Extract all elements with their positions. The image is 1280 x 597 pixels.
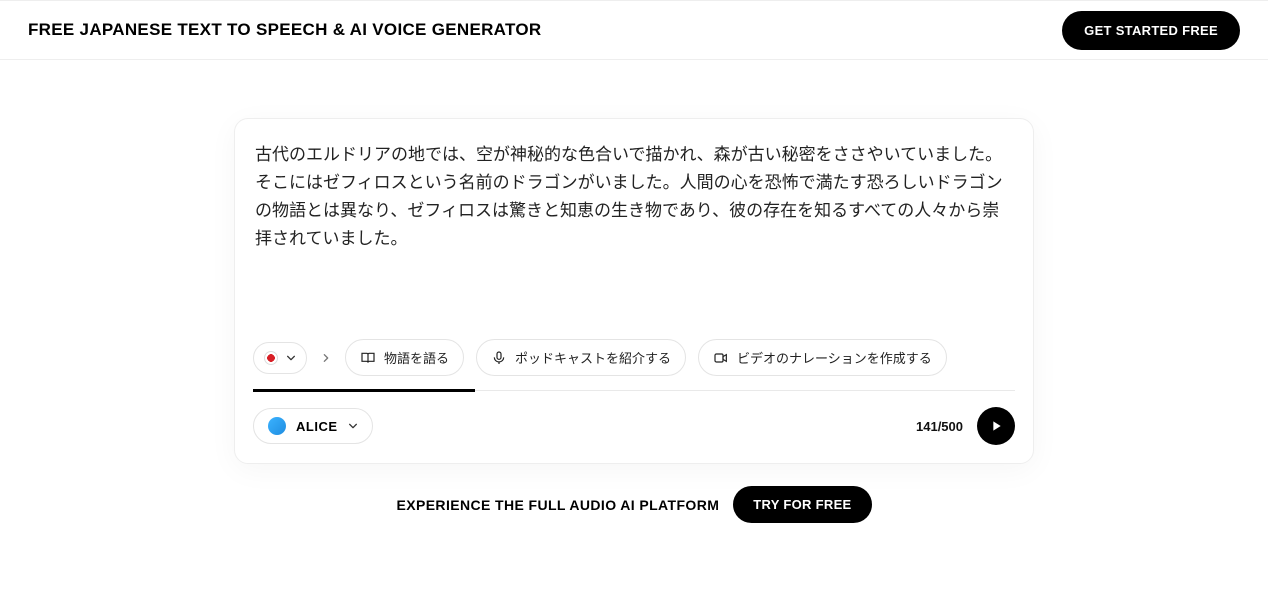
text-input[interactable]: 古代のエルドリアの地では、空が神秘的な色合いで描かれ、森が古い秘密をささやいてい…	[253, 137, 1015, 327]
chevron-right-icon	[319, 353, 333, 363]
get-started-button[interactable]: GET STARTED FREE	[1062, 11, 1240, 50]
book-icon	[360, 350, 376, 366]
try-for-free-button[interactable]: TRY FOR FREE	[733, 486, 871, 523]
mic-icon	[491, 350, 507, 366]
chip-podcast[interactable]: ポッドキャストを紹介する	[476, 339, 686, 376]
page-title: FREE JAPANESE TEXT TO SPEECH & AI VOICE …	[28, 20, 541, 40]
language-selector[interactable]	[253, 342, 307, 374]
voice-selector[interactable]: ALICE	[253, 408, 373, 444]
chip-video[interactable]: ビデオのナレーションを作成する	[698, 339, 947, 376]
char-counter: 141/500	[916, 419, 963, 434]
chip-story[interactable]: 物語を語る	[345, 339, 464, 376]
footer-cta: EXPERIENCE THE FULL AUDIO AI PLATFORM TR…	[396, 486, 871, 523]
suggestion-row: 物語を語る ポッドキャストを紹介する ビデオのナレーションを作成する	[253, 339, 1015, 376]
footer-text: EXPERIENCE THE FULL AUDIO AI PLATFORM	[396, 497, 719, 513]
chip-label: ポッドキャストを紹介する	[515, 348, 671, 367]
play-icon	[988, 418, 1004, 434]
voice-avatar-icon	[268, 417, 286, 435]
voice-name: ALICE	[296, 419, 338, 434]
tab-divider	[253, 390, 1015, 391]
chevron-down-icon	[286, 353, 296, 363]
video-icon	[713, 350, 729, 366]
chevron-down-icon	[348, 421, 358, 431]
chip-label: 物語を語る	[384, 348, 449, 367]
play-button[interactable]	[977, 407, 1015, 445]
flag-japan-icon	[264, 351, 278, 365]
top-bar: FREE JAPANESE TEXT TO SPEECH & AI VOICE …	[0, 0, 1268, 60]
tts-card: 古代のエルドリアの地では、空が神秘的な色合いで描かれ、森が古い秘密をささやいてい…	[234, 118, 1034, 464]
chip-label: ビデオのナレーションを作成する	[737, 348, 932, 367]
